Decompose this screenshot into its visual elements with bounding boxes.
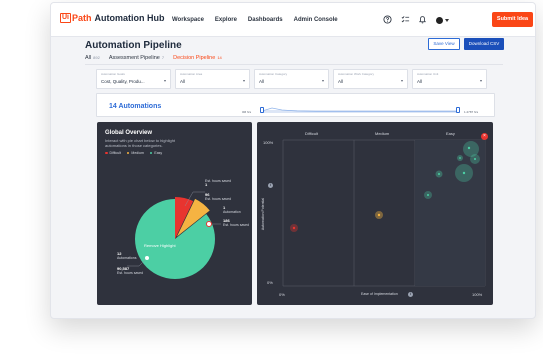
hours-range-slider[interactable]: [262, 107, 458, 113]
filter-label: Automation Category: [259, 72, 288, 76]
filter-value: All: [180, 79, 186, 84]
bubble-core: [292, 226, 296, 230]
column-medium: Medium: [375, 131, 390, 136]
bubble-core: [377, 213, 381, 217]
x-axis-left-label: 0%: [279, 292, 285, 297]
chevron-down-icon: [480, 80, 482, 82]
filter-label: Automation Area: [180, 72, 203, 76]
tab-count: 892: [93, 55, 100, 60]
filter-label: Automation Goals: [101, 72, 125, 76]
automation-label: Est. hours saved: [205, 179, 232, 183]
tabs-divider: [85, 64, 503, 65]
automation-count: 14 Automations: [109, 103, 162, 110]
bubble-core: [427, 194, 429, 196]
y-axis-title: Automation Potential: [261, 197, 266, 231]
filter-value: All: [417, 79, 423, 84]
app-name: Automation Hub: [94, 13, 165, 23]
chevron-down-icon: [401, 80, 403, 82]
app-window: Ui Path Automation Hub Workspace Explore…: [50, 2, 536, 319]
chevron-down-icon: [322, 80, 324, 82]
ease-matrix-chart[interactable]: [257, 122, 493, 305]
logo-path: Path: [72, 13, 92, 23]
filter-value: All: [259, 79, 265, 84]
bubble-core: [474, 158, 476, 160]
tab-label: Assessment Pipeline: [108, 55, 160, 61]
bubble-core: [459, 157, 461, 159]
range-max-label: 1.2787 hrs: [464, 110, 479, 114]
tab-count: 7: [161, 55, 165, 60]
close-icon[interactable]: ×: [481, 133, 488, 140]
column-difficult: Difficult: [305, 131, 319, 136]
filter-row: Automation Goals Cost, Quality, Produ...…: [96, 69, 487, 89]
nav-explore[interactable]: Explore: [215, 17, 237, 23]
save-view-button[interactable]: Save View: [428, 38, 460, 50]
logo-box: Ui: [60, 13, 71, 23]
nav-dashboards[interactable]: Dashboards: [248, 17, 283, 23]
bubble-core: [462, 171, 466, 175]
x-axis-info-icon[interactable]: i: [408, 292, 413, 297]
automation-count: 1: [205, 182, 208, 187]
medium-hours-label: 96 Est. hours saved: [205, 193, 232, 202]
difficult-slice-label: 1 Automation: [223, 206, 241, 215]
easy-hours-label: 90,587 Est. hours saved: [117, 267, 144, 276]
difficult-slice-handle: [206, 221, 212, 227]
filter-automation-goals[interactable]: Automation Goals Cost, Quality, Produ...: [96, 69, 171, 89]
top-nav-bar: Ui Path Automation Hub Workspace Explore…: [51, 3, 535, 37]
submit-idea-button[interactable]: Submit Idea: [492, 12, 533, 27]
page-title: Automation Pipeline: [85, 40, 182, 51]
global-overview-panel: Global Overview Interact with pie chart …: [97, 122, 252, 305]
automation-count-bar: 14 Automations 0M hrs 1.2787 hrs: [96, 93, 495, 117]
ease-matrix-panel: Difficult Medium Easy × 100% 0% Automati…: [257, 122, 493, 305]
filter-value: Cost, Quality, Produ...: [101, 79, 145, 84]
bubble-core: [467, 146, 471, 150]
tab-count: 14: [217, 55, 222, 60]
range-handle-max[interactable]: [456, 107, 460, 113]
filter-work-category[interactable]: Automation Work Category All: [333, 69, 408, 89]
filter-value: All: [338, 79, 344, 84]
automation-label: Automations: [117, 256, 137, 260]
download-csv-button[interactable]: Download CSV: [464, 38, 504, 50]
task-list-icon[interactable]: [401, 15, 410, 24]
easy-slice-handle: [144, 255, 150, 261]
remove-highlight-tooltip[interactable]: Remove Highlight: [141, 242, 179, 249]
main-nav: Workspace Explore Dashboards Admin Conso…: [172, 17, 338, 23]
hours-label: Est. hours saved: [223, 223, 250, 227]
bubble-core: [438, 173, 440, 175]
easy-slice-label: 12 Automations: [117, 252, 137, 261]
chevron-down-icon: [243, 80, 245, 82]
y-axis-bottom-label: 0%: [267, 280, 273, 285]
nav-workspace[interactable]: Workspace: [172, 17, 204, 23]
uipath-logo[interactable]: Ui Path Automation Hub: [60, 13, 165, 23]
y-axis-info-icon[interactable]: i: [268, 183, 273, 188]
x-axis-right-label: 100%: [472, 292, 483, 297]
medium-slice-label: Est. hours saved 1: [205, 179, 231, 187]
column-easy: Easy: [446, 131, 455, 136]
automation-label: Automation: [223, 210, 241, 214]
nav-admin-console[interactable]: Admin Console: [294, 17, 338, 23]
bell-icon[interactable]: [418, 15, 427, 24]
y-axis-top-label: 100%: [263, 140, 274, 145]
range-handle-min[interactable]: [260, 107, 264, 113]
tab-label: Decision Pipeline: [173, 55, 216, 61]
tab-label: All: [85, 55, 92, 61]
range-histogram: [262, 107, 458, 112]
range-min-label: 0M hrs: [242, 110, 252, 114]
filter-automation-area[interactable]: Automation Area All: [175, 69, 250, 89]
filter-automation-category[interactable]: Automation Category All: [254, 69, 329, 89]
chevron-down-icon[interactable]: [445, 19, 449, 22]
filter-automation-unit[interactable]: Automation Unit All: [412, 69, 487, 89]
filter-label: Automation Unit: [417, 72, 439, 76]
difficult-hours-label: 186 Est. hours saved: [223, 219, 250, 228]
user-avatar[interactable]: [436, 17, 443, 24]
filter-label: Automation Work Category: [338, 72, 374, 76]
x-axis-title: Ease of Implementation: [361, 292, 398, 296]
chevron-down-icon: [164, 80, 166, 82]
hours-label: Est. hours saved: [117, 271, 144, 275]
hours-label: Est. hours saved: [205, 197, 232, 201]
help-icon[interactable]: [383, 15, 392, 24]
